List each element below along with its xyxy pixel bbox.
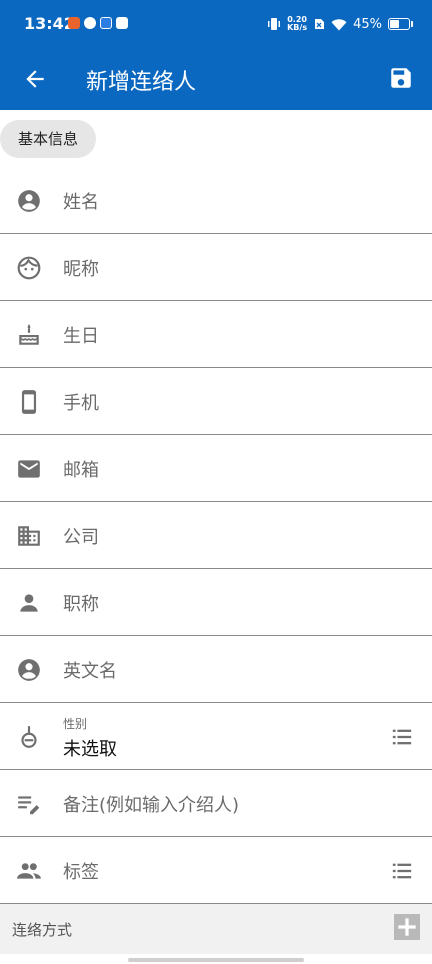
- nickname-label: 昵称: [63, 259, 99, 280]
- app-notification-icon: [68, 17, 80, 29]
- status-right-group: 0.20 KB/s 45%: [267, 16, 413, 32]
- job-title-field[interactable]: 职称: [0, 570, 432, 636]
- arrow-back-icon[interactable]: [22, 66, 48, 92]
- note-field[interactable]: 备注(例如输入介绍人): [0, 771, 432, 837]
- battery-fill: [390, 20, 399, 28]
- battery-percent: 45%: [353, 16, 382, 32]
- gender-icon: [21, 726, 37, 748]
- mobile-label: 手机: [63, 393, 99, 414]
- name-label: 姓名: [63, 192, 99, 213]
- list-icon[interactable]: [390, 726, 414, 748]
- section-chip-basic-info[interactable]: 基本信息: [0, 120, 96, 158]
- contact-method-label: 连络方式: [12, 921, 73, 939]
- gender-value: 未选取: [63, 739, 117, 760]
- mail-icon: [18, 460, 40, 478]
- contact-method-section: 连络方式: [0, 904, 432, 954]
- list-icon[interactable]: [390, 860, 414, 882]
- cake-icon: [19, 324, 39, 345]
- person-icon: [20, 594, 38, 612]
- app-bar: 新增连络人: [0, 50, 432, 110]
- tags-label: 标签: [63, 862, 99, 883]
- vibrate-icon: [268, 18, 281, 30]
- english-name-field[interactable]: 英文名: [0, 637, 432, 703]
- home-indicator[interactable]: [128, 958, 304, 962]
- save-icon[interactable]: [388, 65, 414, 91]
- note-label: 备注(例如输入介绍人): [63, 795, 240, 816]
- no-sim-icon: [315, 19, 325, 29]
- person-circle-icon: [18, 190, 40, 212]
- job-title-label: 职称: [63, 594, 99, 615]
- battery-icon: [388, 18, 413, 30]
- mobile-field[interactable]: 手机: [0, 369, 432, 435]
- company-field[interactable]: 公司: [0, 503, 432, 569]
- app-notification-icon: [84, 17, 96, 29]
- tags-field[interactable]: 标签: [0, 838, 432, 904]
- building-icon: [18, 526, 40, 546]
- message-notification-icon: [116, 17, 128, 29]
- edit-note-icon: [18, 796, 40, 815]
- app-notification-icon: [100, 17, 112, 29]
- plus-icon[interactable]: [394, 914, 420, 940]
- people-icon: [17, 863, 41, 879]
- email-field[interactable]: 邮箱: [0, 436, 432, 502]
- gender-field[interactable]: 性别 未选取: [0, 704, 432, 770]
- gender-label: 性别: [63, 717, 88, 731]
- nickname-field[interactable]: 昵称: [0, 235, 432, 301]
- page-title: 新增连络人: [86, 70, 197, 95]
- face-icon: [17, 256, 41, 280]
- wifi-icon: [331, 18, 347, 30]
- birthday-label: 生日: [63, 326, 99, 347]
- notification-icons: [68, 17, 128, 29]
- phone-icon: [21, 390, 37, 414]
- net-speed: 0.20 KB/s: [287, 16, 307, 32]
- birthday-field[interactable]: 生日: [0, 302, 432, 368]
- company-label: 公司: [63, 527, 99, 548]
- email-label: 邮箱: [63, 460, 99, 481]
- net-speed-unit: KB/s: [287, 23, 308, 32]
- name-field[interactable]: 姓名: [0, 168, 432, 234]
- status-bar: 13:42 0.20 KB/s 45%: [0, 0, 432, 50]
- person-circle-icon: [18, 659, 40, 681]
- english-name-label: 英文名: [63, 661, 117, 682]
